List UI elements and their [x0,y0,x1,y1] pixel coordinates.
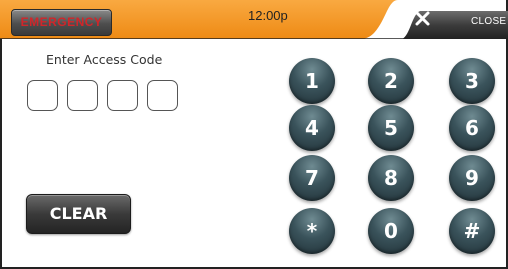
emergency-button[interactable]: EMERGENCY [11,9,112,36]
keypad-key-7[interactable]: 7 [289,155,335,201]
clear-button[interactable]: CLEAR [26,194,131,234]
close-label: CLOSE [471,16,507,27]
keypad-key-1[interactable]: 1 [289,58,335,104]
close-button[interactable]: CLOSE [414,10,508,37]
access-code-label: Enter Access Code [46,52,163,67]
keypad-key-4[interactable]: 4 [289,105,335,151]
keypad-key-hash[interactable]: # [449,208,495,254]
keypad-key-2[interactable]: 2 [368,58,414,104]
code-digit-box-4 [147,80,178,111]
keypad-key-3[interactable]: 3 [449,58,495,104]
code-digit-box-3 [107,80,138,111]
keypad-key-star[interactable]: * [289,208,335,254]
code-digit-box-2 [67,80,98,111]
keypad-key-0[interactable]: 0 [368,208,414,254]
keypad-key-5[interactable]: 5 [368,105,414,151]
clock-time: 12:00p [248,8,288,23]
code-digit-box-1 [27,80,58,111]
keypad-key-9[interactable]: 9 [449,155,495,201]
close-icon [415,11,430,26]
keypad-key-6[interactable]: 6 [449,105,495,151]
top-bar: EMERGENCY 12:00p CLOSE [0,0,508,39]
keypad-key-8[interactable]: 8 [368,155,414,201]
